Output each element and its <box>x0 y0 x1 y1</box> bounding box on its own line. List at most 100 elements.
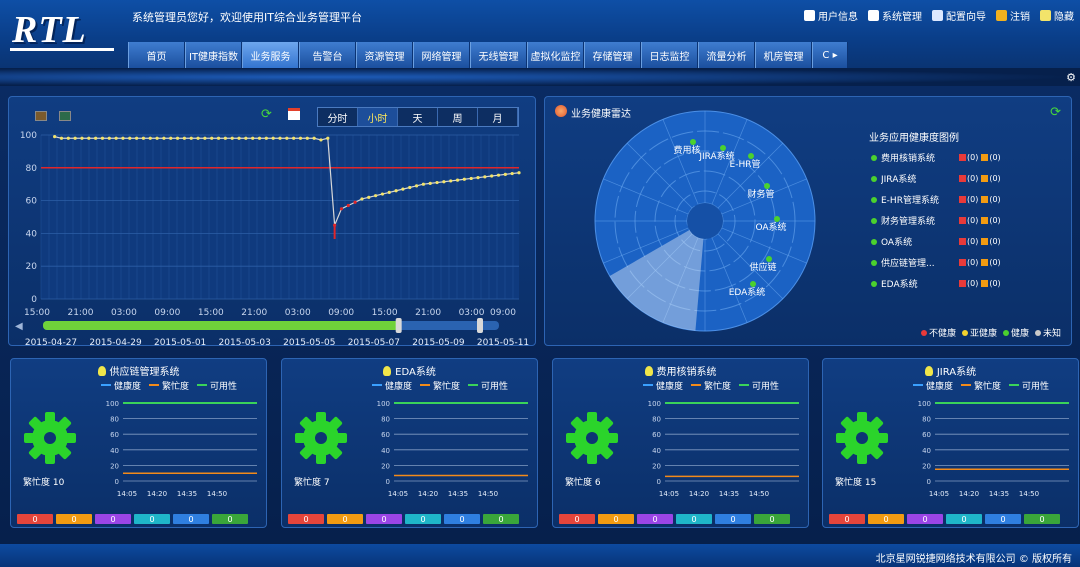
user-menu-item[interactable]: 配置向导 <box>932 8 986 23</box>
health-dot <box>871 154 877 161</box>
health-legend-row[interactable]: 费用核销系统 (0) (0) <box>871 151 1001 164</box>
alarm-count-button[interactable]: 0 <box>1024 514 1060 524</box>
alarm-count-button[interactable]: 0 <box>366 514 402 524</box>
alarm-count-button[interactable]: 0 <box>868 514 904 524</box>
slider-range[interactable] <box>43 321 399 330</box>
busy-label: 繁忙度 <box>294 478 322 488</box>
data-point <box>59 136 64 140</box>
slider-handle[interactable] <box>477 318 483 333</box>
gear-icon <box>868 10 879 21</box>
alarm-count-button[interactable]: 0 <box>829 514 865 524</box>
card-chart: 100 80 60 40 20 0 14:05 14:20 14:35 14:50 <box>918 400 1069 498</box>
radar-system-dot[interactable] <box>764 183 770 189</box>
slider-handle[interactable] <box>395 318 402 333</box>
nav-tab[interactable]: 存储管理 <box>584 42 641 68</box>
settings-gear-icon[interactable]: ⚙ <box>1066 71 1076 84</box>
user-menu-item[interactable]: 用户信息 <box>804 8 858 23</box>
nav-tab[interactable]: 日志监控 <box>641 42 698 68</box>
x-tick-label: 21:00 <box>415 308 441 318</box>
radar-system-dot[interactable] <box>774 216 780 222</box>
health-legend-row[interactable]: OA系统 (0) (0) <box>871 235 1001 248</box>
health-legend-row[interactable]: EDA系统 (0) (0) <box>871 277 1001 290</box>
data-point <box>244 136 248 140</box>
user-menu-item[interactable]: 隐藏 <box>1040 8 1074 23</box>
slider-left-arrow-icon[interactable]: ◀ <box>15 321 23 332</box>
data-point <box>469 176 473 181</box>
radar-system-dot[interactable] <box>766 256 772 262</box>
nav-tab[interactable]: 告警台 <box>299 42 356 68</box>
data-point <box>435 180 439 185</box>
data-point <box>380 192 385 196</box>
x-tick-label: 14:20 <box>689 490 709 498</box>
alarm-count-button[interactable]: 0 <box>444 514 480 524</box>
nav-tab[interactable]: 首页 <box>128 42 185 68</box>
x-tick-label: 03:00 <box>459 308 485 318</box>
alarm-count-button[interactable]: 0 <box>134 514 170 524</box>
x-tick-label: 14:35 <box>989 490 1009 498</box>
health-system-name: 费用核销系统 <box>881 154 936 164</box>
health-dot <box>871 280 877 287</box>
data-point <box>230 136 234 140</box>
alarm-count-button[interactable]: 0 <box>559 514 595 524</box>
data-point <box>353 200 357 204</box>
health-legend-row[interactable]: 供应链管理... (0) (0) <box>871 256 1001 269</box>
alarm-count-button[interactable]: 0 <box>598 514 634 524</box>
nav-tab[interactable]: 流量分析 <box>698 42 755 68</box>
busy-gear-icon <box>836 412 888 464</box>
nav-tab[interactable]: 无线管理 <box>470 42 527 68</box>
nav-tab[interactable]: 机房管理 <box>755 42 812 68</box>
nav-tab[interactable]: 虚拟化监控 <box>527 42 584 68</box>
alarm-count-button[interactable]: 0 <box>288 514 324 524</box>
subhealthy-count: (0) <box>981 258 1001 267</box>
card-legend-item: 健康度 <box>913 379 953 392</box>
alarm-count-button[interactable]: 0 <box>715 514 751 524</box>
x-tick-label: 14:50 <box>749 490 769 498</box>
user-menu-item[interactable]: 注销 <box>996 8 1030 23</box>
count-label: (0) <box>989 258 1001 267</box>
alarm-count-button[interactable]: 0 <box>985 514 1021 524</box>
data-point <box>251 136 255 140</box>
unhealthy-swatch <box>959 280 966 287</box>
card-title-text: JIRA系统 <box>936 367 977 378</box>
radar-system-dot[interactable] <box>720 145 726 151</box>
nav-tab[interactable]: 业务服务 <box>242 42 299 68</box>
system-card: 费用核销系统 健康度 繁忙度 可用性 繁忙度 6 100 80 60 40 20 0 14:05 14:… <box>552 358 809 528</box>
main-area: ⟳ 分时 小时天周月 100 80 60 40 20 0 15:00 21:00 03:00 09:… <box>0 86 1080 544</box>
alarm-count-button[interactable]: 0 <box>95 514 131 524</box>
nav-tab[interactable]: C ▸ <box>812 42 848 68</box>
health-legend-row[interactable]: E-HR管理系统 (0) (0) <box>871 193 1001 206</box>
alarm-count-button[interactable]: 0 <box>637 514 673 524</box>
alarm-count-button[interactable]: 0 <box>483 514 519 524</box>
health-legend-row[interactable]: JIRA系统 (0) (0) <box>871 172 1001 185</box>
card-title: JIRA系统 <box>823 363 1078 378</box>
alarm-count-button[interactable]: 0 <box>173 514 209 524</box>
card-legend-item: 繁忙度 <box>961 379 1001 392</box>
alarm-count-button[interactable]: 0 <box>907 514 943 524</box>
data-point <box>114 136 118 140</box>
subhealthy-count: (0) <box>981 216 1001 225</box>
user-menu-item[interactable]: 系统管理 <box>868 8 922 23</box>
alarm-count-button[interactable]: 0 <box>946 514 982 524</box>
card-chart: 100 80 60 40 20 0 14:05 14:20 14:35 14:50 <box>648 400 799 498</box>
nav-tab[interactable]: 网络管理 <box>413 42 470 68</box>
health-dot <box>871 196 877 203</box>
radar-system-dot[interactable] <box>750 281 756 287</box>
count-label: (0) <box>967 153 979 162</box>
alarm-count-button[interactable]: 0 <box>405 514 441 524</box>
y-tick-label: 80 <box>922 416 931 424</box>
radar-system-dot[interactable] <box>748 153 754 159</box>
nav-tab[interactable]: 资源管理 <box>356 42 413 68</box>
trend-panel: ⟳ 分时 小时天周月 100 80 60 40 20 0 15:00 21:00 03:00 09:… <box>8 96 536 347</box>
nav-tab[interactable]: IT健康指数 <box>185 42 242 68</box>
health-legend-row[interactable]: 财务管理系统 (0) (0) <box>871 214 1001 227</box>
alarm-count-button[interactable]: 0 <box>754 514 790 524</box>
alarm-count-button[interactable]: 0 <box>676 514 712 524</box>
refresh-icon[interactable]: ⟳ <box>1050 105 1061 120</box>
alarm-count-button[interactable]: 0 <box>17 514 53 524</box>
radar-system-dot[interactable] <box>690 139 696 145</box>
gear-hole <box>315 432 327 444</box>
busy-readout: 繁忙度 7 <box>294 475 330 488</box>
alarm-count-button[interactable]: 0 <box>327 514 363 524</box>
alarm-count-button[interactable]: 0 <box>56 514 92 524</box>
alarm-count-button[interactable]: 0 <box>212 514 248 524</box>
